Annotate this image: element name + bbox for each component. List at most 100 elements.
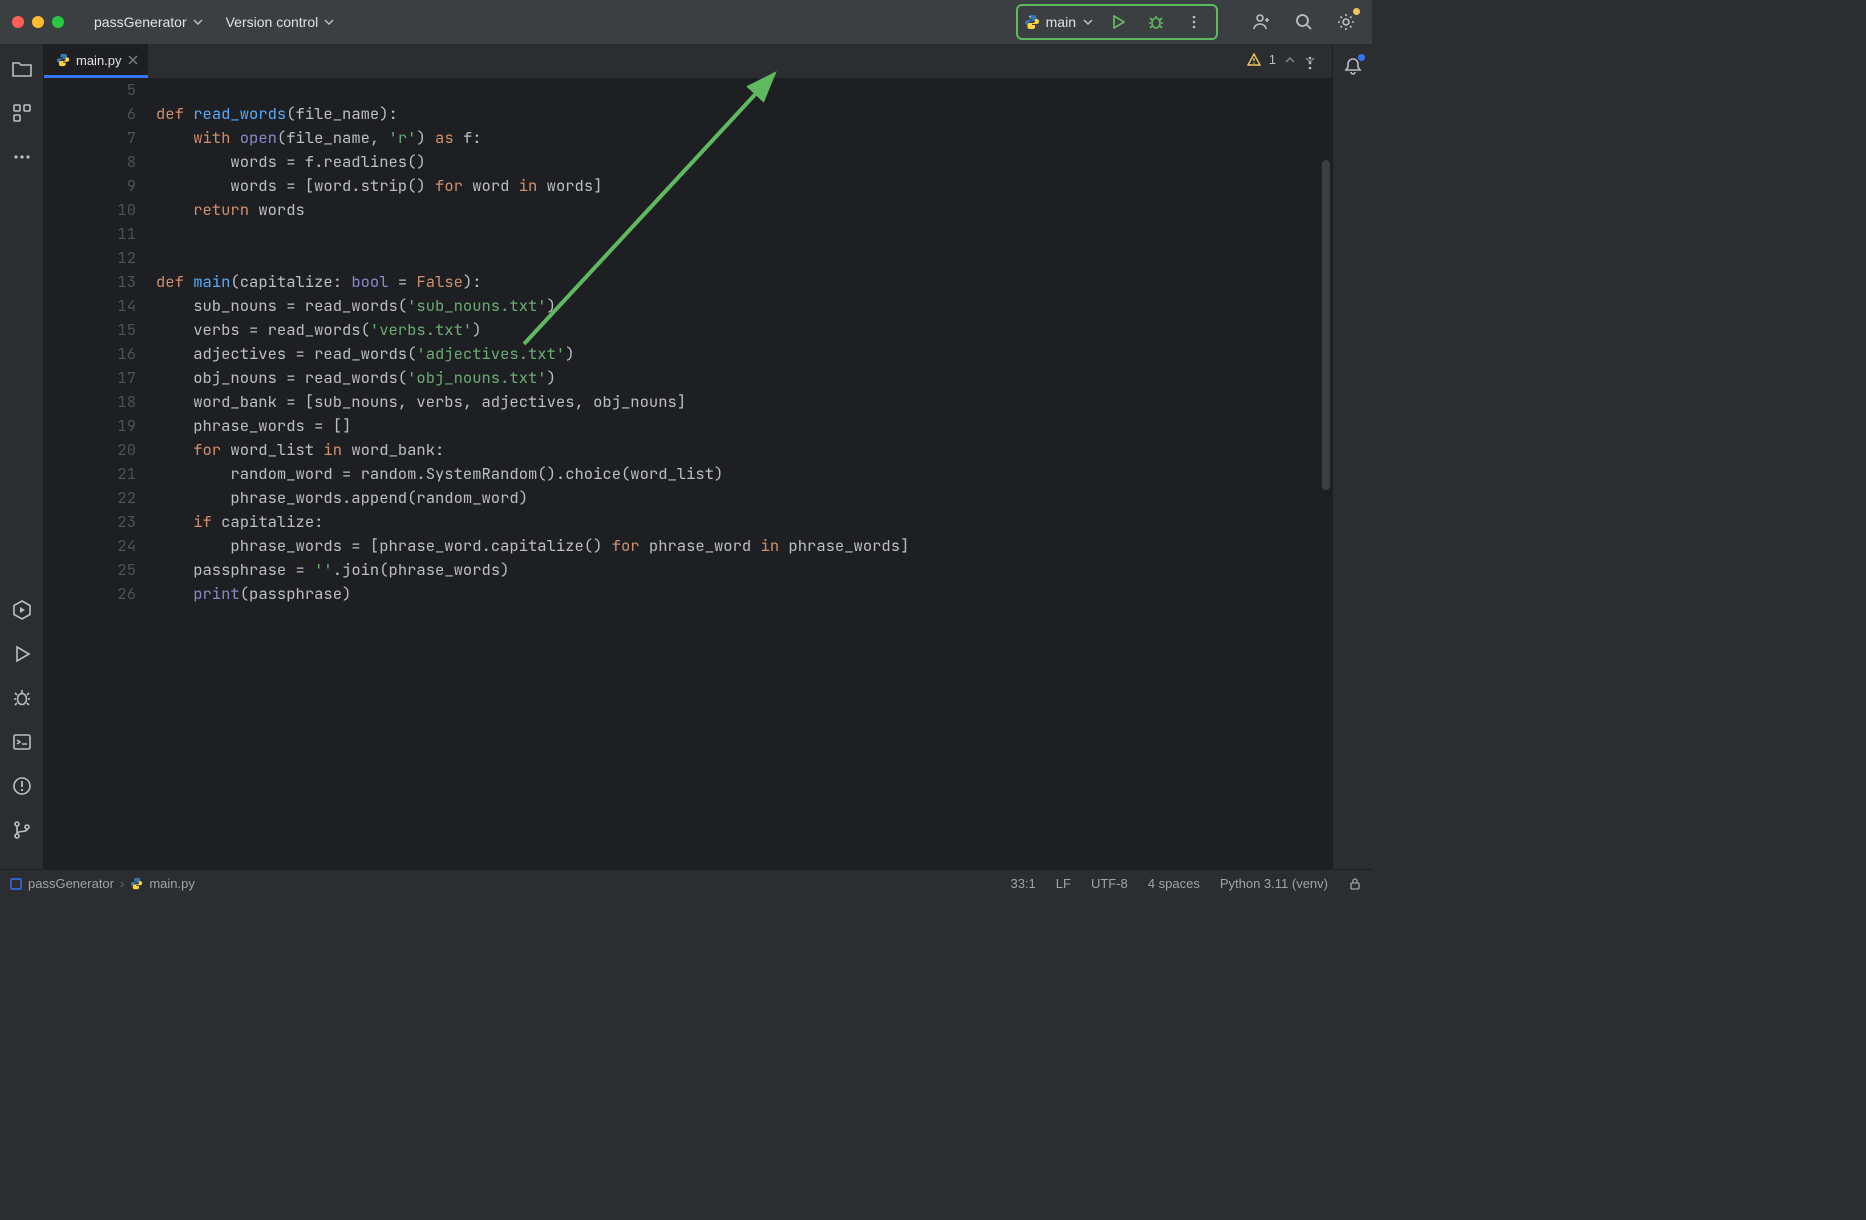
git-branch-icon <box>12 820 32 840</box>
code-content <box>156 78 165 102</box>
run-debug-widget: main <box>1016 4 1218 40</box>
more-tools-button[interactable] <box>7 142 37 172</box>
titlebar: passGenerator Version control main <box>0 0 1372 44</box>
prev-highlight[interactable] <box>1284 54 1296 66</box>
editor-tabs: main.py <box>44 44 1332 78</box>
terminal-tool-button[interactable] <box>7 727 37 757</box>
services-tool-button[interactable] <box>7 595 37 625</box>
code-content: passphrase = ''.join(phrase_words) <box>156 558 509 582</box>
line-number: 10 <box>44 198 156 222</box>
window-zoom[interactable] <box>52 16 64 28</box>
code-line[interactable]: 26 print(passphrase) <box>44 582 1332 606</box>
breadcrumbs[interactable]: passGenerator › main.py <box>10 876 195 891</box>
terminal-icon <box>12 732 32 752</box>
window-close[interactable] <box>12 16 24 28</box>
run-config-name: main <box>1046 14 1076 30</box>
code-line[interactable]: 5 <box>44 78 1332 102</box>
code-line[interactable]: 15 verbs = read_words('verbs.txt') <box>44 318 1332 342</box>
code-line[interactable]: 9 words = [word.strip() for word in word… <box>44 174 1332 198</box>
close-icon[interactable] <box>128 55 138 65</box>
code-content: def main(capitalize: bool = False): <box>156 270 482 294</box>
code-content: return words <box>156 198 305 222</box>
run-button[interactable] <box>1104 8 1132 36</box>
line-number: 19 <box>44 414 156 438</box>
line-number: 11 <box>44 222 156 246</box>
code-line[interactable]: 22 phrase_words.append(random_word) <box>44 486 1332 510</box>
right-tool-strip <box>1332 44 1372 869</box>
editor-tab-main-py[interactable]: main.py <box>44 44 148 77</box>
run-configuration-selector[interactable]: main <box>1024 14 1094 30</box>
code-line[interactable]: 25 passphrase = ''.join(phrase_words) <box>44 558 1332 582</box>
gear-icon <box>1336 12 1356 32</box>
project-tool-button[interactable] <box>7 54 37 84</box>
code-content: for word_list in word_bank: <box>156 438 444 462</box>
folder-icon <box>11 58 33 80</box>
code-line[interactable]: 7 with open(file_name, 'r') as f: <box>44 126 1332 150</box>
scrollbar[interactable] <box>1322 160 1330 490</box>
notification-dot <box>1358 54 1365 61</box>
vcs-tool-button[interactable] <box>7 815 37 845</box>
code-line[interactable]: 16 adjectives = read_words('adjectives.t… <box>44 342 1332 366</box>
status-caret[interactable]: 33:1 <box>1010 876 1035 891</box>
line-number: 26 <box>44 582 156 606</box>
line-number: 16 <box>44 342 156 366</box>
code-line[interactable]: 18 word_bank = [sub_nouns, verbs, adject… <box>44 390 1332 414</box>
line-number: 7 <box>44 126 156 150</box>
status-line-separator[interactable]: LF <box>1056 876 1071 891</box>
code-editor[interactable]: 5 6def read_words(file_name):7 with open… <box>44 78 1332 869</box>
status-indent[interactable]: 4 spaces <box>1148 876 1200 891</box>
breadcrumb-file: main.py <box>149 876 195 891</box>
code-content: sub_nouns = read_words('sub_nouns.txt') <box>156 294 556 318</box>
code-line[interactable]: 11 <box>44 222 1332 246</box>
inspection-widget[interactable]: 1 <box>1247 52 1316 67</box>
code-line[interactable]: 23 if capitalize: <box>44 510 1332 534</box>
settings-button[interactable] <box>1332 8 1360 36</box>
status-lock-icon[interactable] <box>1348 877 1362 891</box>
python-icon <box>1024 14 1040 30</box>
code-line[interactable]: 21 random_word = random.SystemRandom().c… <box>44 462 1332 486</box>
line-number: 13 <box>44 270 156 294</box>
warning-icon <box>1247 53 1261 67</box>
line-number: 17 <box>44 366 156 390</box>
status-interpreter[interactable]: Python 3.11 (venv) <box>1220 876 1328 891</box>
project-name: passGenerator <box>94 14 187 30</box>
debug-button[interactable] <box>1142 8 1170 36</box>
code-line[interactable]: 10 return words <box>44 198 1332 222</box>
code-line[interactable]: 8 words = f.readlines() <box>44 150 1332 174</box>
code-content: adjectives = read_words('adjectives.txt'… <box>156 342 575 366</box>
code-line[interactable]: 17 obj_nouns = read_words('obj_nouns.txt… <box>44 366 1332 390</box>
code-line[interactable]: 20 for word_list in word_bank: <box>44 438 1332 462</box>
debug-tool-button[interactable] <box>7 683 37 713</box>
structure-tool-button[interactable] <box>7 98 37 128</box>
code-line[interactable]: 24 phrase_words = [phrase_word.capitaliz… <box>44 534 1332 558</box>
window-minimize[interactable] <box>32 16 44 28</box>
code-line[interactable]: 14 sub_nouns = read_words('sub_nouns.txt… <box>44 294 1332 318</box>
notifications-button[interactable] <box>1343 56 1363 76</box>
code-line[interactable]: 12 <box>44 246 1332 270</box>
version-control-label: Version control <box>226 14 319 30</box>
status-encoding[interactable]: UTF-8 <box>1091 876 1128 891</box>
chevron-down-icon <box>323 16 335 28</box>
code-line[interactable]: 13def main(capitalize: bool = False): <box>44 270 1332 294</box>
tab-label: main.py <box>76 53 122 68</box>
chevron-down-icon <box>1082 16 1094 28</box>
project-switcher[interactable]: passGenerator <box>88 10 210 34</box>
code-content: random_word = random.SystemRandom().choi… <box>156 462 723 486</box>
more-run-actions[interactable] <box>1180 8 1208 36</box>
problems-tool-button[interactable] <box>7 771 37 801</box>
line-number: 18 <box>44 390 156 414</box>
warning-count: 1 <box>1269 52 1276 67</box>
line-number: 21 <box>44 462 156 486</box>
next-highlight[interactable] <box>1304 54 1316 66</box>
code-line[interactable]: 19 phrase_words = [] <box>44 414 1332 438</box>
version-control-menu[interactable]: Version control <box>220 10 342 34</box>
code-with-me-button[interactable] <box>1248 8 1276 36</box>
python-icon <box>56 53 70 67</box>
status-bar: passGenerator › main.py 33:1 LF UTF-8 4 … <box>0 869 1372 897</box>
left-tool-strip <box>0 44 44 869</box>
breadcrumb-root: passGenerator <box>28 876 114 891</box>
search-everywhere-button[interactable] <box>1290 8 1318 36</box>
run-tool-button[interactable] <box>7 639 37 669</box>
warning-circle-icon <box>12 776 32 796</box>
code-line[interactable]: 6def read_words(file_name): <box>44 102 1332 126</box>
